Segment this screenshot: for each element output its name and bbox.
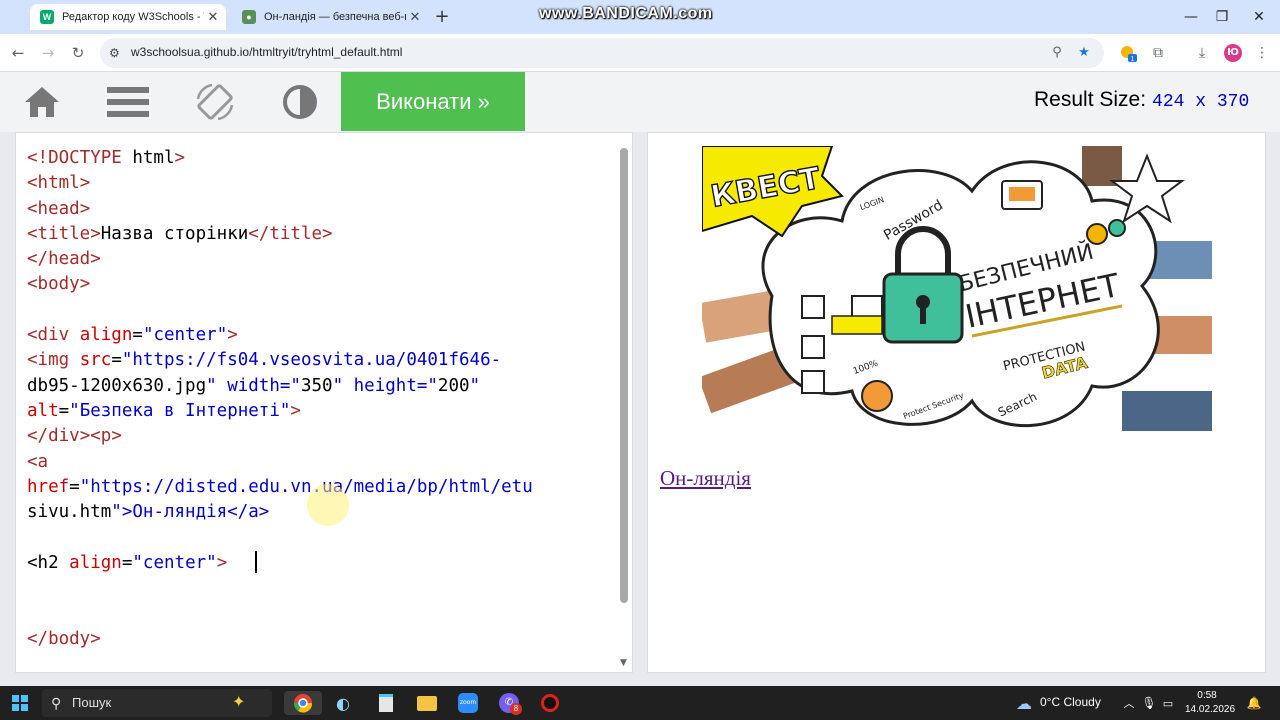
w3schools-icon: W xyxy=(40,10,54,24)
code-line[interactable]: <!DOCTYPE html> xyxy=(27,146,607,171)
chrome-taskbar-icon[interactable] xyxy=(284,691,322,715)
zoom-app-icon[interactable]: zoom xyxy=(455,691,481,715)
network-icon[interactable]: ▭ xyxy=(1160,691,1176,715)
recorder-watermark: www.BANDICAM.com xyxy=(539,5,713,22)
maximize-icon[interactable]: ❐ xyxy=(1207,6,1237,28)
code-editor[interactable]: <!DOCTYPE html> <html> <head> <title>Назва … xyxy=(15,132,633,673)
editor-panel: <!DOCTYPE html> <html> <head> <title>Назва … xyxy=(0,132,640,677)
tab-onlandia[interactable]: ● Он-ландія — безпечна веб-країна ✕ xyxy=(232,4,426,30)
weather-text[interactable]: 0°C Cloudy xyxy=(1040,695,1101,709)
file-explorer-icon[interactable] xyxy=(414,691,440,715)
code-line[interactable] xyxy=(27,576,607,601)
notepad-icon[interactable] xyxy=(373,691,399,715)
zoom-icon[interactable]: ⚲ xyxy=(1048,44,1066,62)
close-tab-icon[interactable]: ✕ xyxy=(406,9,424,25)
system-tray-chevron-icon[interactable]: ︿ xyxy=(1121,691,1137,715)
code-line[interactable]: alt="Безпека в Інтернеті"> xyxy=(27,399,607,424)
result-size-value: 424 x 370 xyxy=(1152,92,1250,112)
mouse-cursor-highlight xyxy=(307,484,349,526)
safe-internet-image: КВЕСТ БЕЗПЕЧНИЙ ІНТЕРНЕТ Password PROTEC… xyxy=(702,146,1212,437)
reload-icon[interactable]: ↻ xyxy=(66,41,90,65)
profile-avatar[interactable]: Ю xyxy=(1224,44,1242,62)
code-line[interactable]: db95-1200x630.jpg" width="350" height="2… xyxy=(27,374,607,399)
site-icon: ● xyxy=(242,10,256,24)
viber-badge: 8 xyxy=(510,703,522,715)
code-line[interactable]: <img src="https://fs04.vseosvita.ua/0401… xyxy=(27,348,607,373)
result-size: Result Size: 424 x 370 xyxy=(1034,88,1249,112)
rotate-icon[interactable] xyxy=(191,80,239,124)
tab-w3schools[interactable]: W Редактор коду W3Schools - Tryit ✕ xyxy=(30,4,226,30)
notifications-icon[interactable]: 🔔 xyxy=(1244,691,1264,715)
code-line[interactable]: </div><p> xyxy=(27,424,607,449)
code-line[interactable]: <h2 align="center"> xyxy=(27,551,607,576)
result-panel: КВЕСТ БЕЗПЕЧНИЙ ІНТЕРНЕТ Password PROTEC… xyxy=(647,132,1266,673)
clock-date: 14.02.2026 xyxy=(1185,704,1236,715)
site-info-icon[interactable]: ⚙ xyxy=(109,46,123,60)
download-icon[interactable]: ⤓ xyxy=(1192,43,1212,63)
back-icon[interactable]: ← xyxy=(6,41,30,65)
cloud-weather-icon: ☁ xyxy=(1016,693,1032,713)
viber-icon[interactable]: ✆ 8 xyxy=(496,691,522,715)
copilot-sparkle-icon: ✦ xyxy=(232,694,246,711)
scroll-down-arrow-icon[interactable]: ▼ xyxy=(620,658,627,668)
svg-text:1: 1 xyxy=(1131,56,1135,63)
tab-title: Он-ландія — безпечна веб-країна xyxy=(264,11,406,23)
code-line[interactable]: </body> xyxy=(27,627,607,652)
theme-icon[interactable] xyxy=(276,80,324,124)
taskbar-search[interactable]: ⚲ Пошук ✦ xyxy=(42,689,272,717)
puzzle-icon[interactable]: ⧉ xyxy=(1148,43,1168,63)
windows-start-icon[interactable] xyxy=(8,691,32,715)
tab-title: Редактор коду W3Schools - Tryit xyxy=(62,11,204,23)
code-line[interactable]: <head> xyxy=(27,197,607,222)
clock-time: 0:58 xyxy=(1197,690,1217,701)
search-icon: ⚲ xyxy=(51,695,62,711)
search-placeholder: Пошук xyxy=(72,695,112,710)
code-line[interactable] xyxy=(27,525,607,550)
paint-icon[interactable]: ◐ xyxy=(330,691,356,715)
forward-icon[interactable]: → xyxy=(36,41,60,65)
browser-toolbar: ← → ↻ ⚙ w3schoolsua.github.io/htmltryit/… xyxy=(0,34,1280,72)
text-caret xyxy=(255,551,257,573)
code-line[interactable]: <body> xyxy=(27,272,607,297)
code-line[interactable]: <div align="center"> xyxy=(27,323,607,348)
code-line[interactable]: </head> xyxy=(27,247,607,272)
extension-icon[interactable]: 1 xyxy=(1118,43,1138,63)
home-icon[interactable] xyxy=(18,80,66,124)
bandicam-app-icon[interactable] xyxy=(537,691,563,715)
minimize-icon[interactable]: — xyxy=(1176,6,1206,28)
bookmark-star-icon[interactable]: ★ xyxy=(1075,44,1093,62)
windows-taskbar: ⚲ Пошук ✦ ◐ zoom ✆ 8 ☁ 0°C Cloudy ︿ 🎙 ▭ … xyxy=(0,686,1280,720)
new-tab-button[interactable]: + xyxy=(431,7,453,29)
code-line[interactable]: <title>Назва сторінки</title> xyxy=(27,222,607,247)
code-line[interactable]: <a xyxy=(27,450,607,475)
address-bar[interactable]: ⚙ w3schoolsua.github.io/htmltryit/tryhtm… xyxy=(100,38,1104,68)
microphone-icon[interactable]: 🎙 xyxy=(1141,691,1157,715)
close-window-icon[interactable]: ✕ xyxy=(1244,6,1274,28)
url-text[interactable]: w3schoolsua.github.io/htmltryit/tryhtml_… xyxy=(131,45,402,59)
onlandia-link[interactable]: Он-ляндія xyxy=(660,466,751,491)
tab-strip: W Редактор коду W3Schools - Tryit ✕ ● Он… xyxy=(0,0,1280,34)
taskbar-clock[interactable]: 0:58 14.02.2026 xyxy=(1185,689,1236,717)
code-text[interactable]: <!DOCTYPE html> <html> <head> <title>Назва … xyxy=(27,146,607,652)
result-size-label: Result Size: xyxy=(1034,88,1147,111)
menu-icon[interactable] xyxy=(104,80,152,124)
editor-scrollbar[interactable] xyxy=(620,148,628,603)
more-menu-icon[interactable]: ⋮ xyxy=(1252,43,1272,63)
code-line[interactable] xyxy=(27,601,607,626)
run-button[interactable]: Виконати » xyxy=(341,72,525,131)
close-tab-icon[interactable]: ✕ xyxy=(204,9,222,25)
code-line[interactable]: <html> xyxy=(27,171,607,196)
code-line[interactable] xyxy=(27,298,607,323)
